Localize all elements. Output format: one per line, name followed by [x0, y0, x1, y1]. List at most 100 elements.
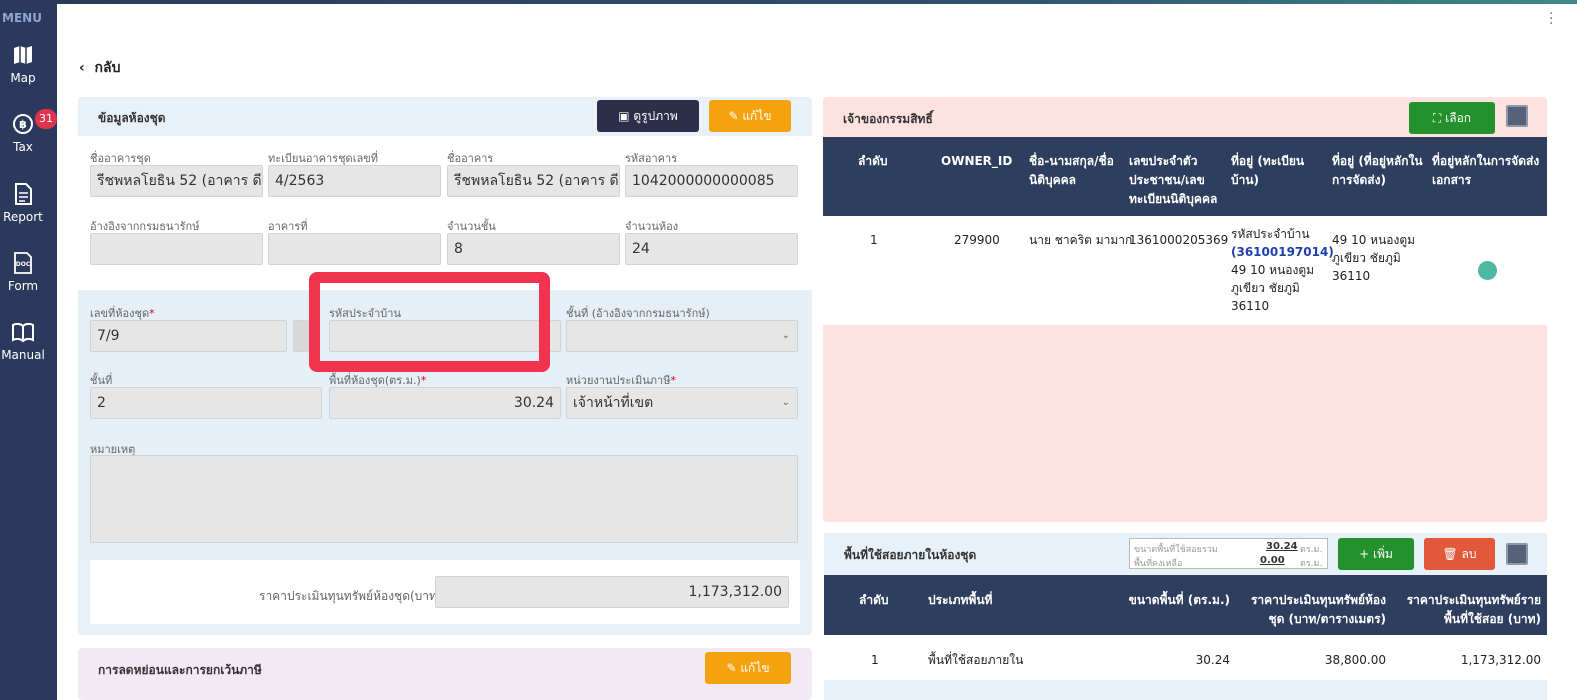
building-name-field[interactable]: รีชพหลโยธิน 52 (อาคาร ดี): [90, 165, 263, 197]
sidebar-item-label: Form: [7, 279, 39, 293]
sidebar-item-label: Manual: [1, 348, 45, 362]
column-header: OWNER_ID: [941, 154, 1013, 168]
sidebar: MENU Map ฿ Tax 31 Report DOC Form Manual: [0, 0, 57, 700]
pencil-icon: ✎: [728, 109, 743, 123]
edit-unit-button[interactable]: ✎ แก้ไข: [709, 100, 791, 132]
area-field[interactable]: 30.24: [329, 387, 561, 419]
delete-label: ลบ: [1461, 547, 1477, 561]
area-row-size: 30.24: [1195, 653, 1230, 667]
summary-label: ขนาดพื้นที่ใช้สอยรวม: [1134, 545, 1218, 555]
column-header: ราคาประเมินทุนทรัพย์ห้องชุด (บาท/ตารางเม…: [1250, 593, 1386, 626]
expand-icon[interactable]: [1506, 105, 1528, 127]
view-image-button[interactable]: ▣ ดูรูปภาพ: [597, 100, 699, 132]
room-no-field[interactable]: 7/9: [90, 320, 287, 352]
tax-coin-icon: ฿: [13, 114, 33, 134]
appraisal-field[interactable]: 1,173,312.00: [435, 576, 789, 608]
building-no-field[interactable]: [268, 233, 441, 265]
plus-icon: +: [1359, 547, 1373, 561]
report-icon: [15, 183, 32, 205]
owner-address-line: ภูเขียว ชัยภูมิ: [1231, 281, 1300, 295]
chevron-down-icon: ⌄: [781, 330, 790, 341]
highlight-box: [309, 272, 550, 372]
shipping-address-line: 49 10 หนองตูม: [1332, 233, 1416, 247]
house-code-link[interactable]: (36100197014): [1231, 243, 1334, 261]
floor-field[interactable]: 2: [90, 387, 322, 419]
area-row-price: 38,800.00: [1324, 653, 1386, 667]
table-row[interactable]: 1 พื้นที่ใช้สอยภายใน 30.24 38,800.00 1,1…: [824, 635, 1547, 680]
column-header: ที่อยู่หลักในการจัดส่ง เอกสาร: [1432, 154, 1540, 187]
registration-no-field[interactable]: 4/2563: [268, 165, 441, 197]
owner-id: 279900: [954, 233, 1000, 247]
summary-unit: ตร.ม.: [1300, 559, 1323, 569]
column-header: ขนาดพื้นที่ (ตร.ม.): [1128, 593, 1230, 607]
delete-area-button[interactable]: 🗑 ลบ: [1424, 538, 1495, 570]
edit-discount-button[interactable]: ✎ แก้ไข: [705, 652, 791, 684]
back-label: กลับ: [94, 60, 121, 76]
summary-value: 30.24: [1266, 541, 1298, 552]
treasury-ref-field[interactable]: [90, 233, 263, 265]
usable-area-table-header: ลำดับ ประเภทพื้นที่ ขนาดพื้นที่ (ตร.ม.) …: [824, 575, 1547, 635]
owner-address-line: 49 10 หนองตูม: [1231, 263, 1315, 277]
add-label: เพิ่ม: [1372, 547, 1393, 561]
sidebar-item-manual[interactable]: Manual: [0, 321, 46, 362]
sidebar-item-form[interactable]: DOC Form: [0, 252, 46, 293]
chevron-down-icon: ⌄: [781, 397, 790, 408]
owner-address-line: 36110: [1231, 299, 1270, 313]
image-icon: ▣: [618, 109, 634, 123]
unit-info-title: ข้อมูลห้องชุด: [98, 111, 166, 125]
shipping-address-line: 36110: [1332, 269, 1371, 283]
column-header: ประเภทพื้นที่: [928, 593, 993, 607]
area-summary-box: ขนาดพื้นที่ใช้สอยรวม 30.24 ตร.ม. พื้นที่…: [1129, 538, 1328, 569]
area-row-type: พื้นที่ใช้สอยภายใน: [928, 653, 1024, 667]
area-row-total: 1,173,312.00: [1460, 653, 1541, 667]
appraisal-label: ราคาประเมินทุนทรัพย์ห้องชุด(บาท): [259, 589, 442, 603]
top-accent-bar: [0, 0, 1577, 4]
remark-textarea[interactable]: [90, 455, 798, 543]
owner-name: นาย ชาคริต มามาก: [1029, 233, 1133, 247]
table-footer: [824, 680, 1547, 700]
edit-label: แก้ไข: [742, 109, 772, 123]
select-scan-icon: ⛶: [1432, 111, 1446, 125]
menu-label: MENU: [2, 11, 42, 25]
back-link[interactable]: ‹ กลับ: [79, 57, 120, 79]
view-image-label: ดูรูปภาพ: [633, 109, 678, 123]
column-header: ราคาประเมินทุนทรัพย์ราย พื้นที่ใช้สอย (บ…: [1406, 593, 1541, 626]
sidebar-item-label: Tax: [13, 140, 33, 154]
sidebar-item-map[interactable]: Map: [0, 44, 46, 85]
assessor-select[interactable]: เจ้าหน้าที่เขต ⌄: [566, 387, 798, 419]
floor-count-field[interactable]: 8: [447, 233, 620, 265]
room-count-field[interactable]: 24: [625, 233, 798, 265]
floor-treasury-select[interactable]: ⌄: [566, 320, 798, 352]
trash-icon: 🗑: [1442, 547, 1462, 561]
expand-icon[interactable]: [1506, 543, 1528, 565]
table-row[interactable]: 1 279900 นาย ชาคริต มามาก 1361000205369 …: [823, 216, 1547, 325]
summary-value: 0.00: [1260, 555, 1285, 566]
area-row-no: 1: [871, 653, 879, 667]
notification-badge: 31: [35, 109, 57, 129]
unit-info-body: [78, 136, 812, 290]
column-header: ที่อยู่ (ที่อยู่หลักใน การจัดส่ง): [1332, 154, 1423, 187]
edit-label: แก้ไข: [740, 661, 770, 675]
building-field[interactable]: รีชพหลโยธิน 52 (อาคาร ดี): [447, 165, 620, 197]
sidebar-item-label: Map: [10, 71, 36, 85]
owner-no: 1: [870, 233, 878, 247]
shipping-address-line: ภูเขียว ชัยภูมิ: [1332, 251, 1401, 265]
pencil-icon: ✎: [726, 661, 741, 675]
owners-table-header: ลำดับ OWNER_ID ชื่อ-นามสกุล/ชื่อ นิติบุค…: [823, 137, 1547, 216]
discount-title: การลดหย่อนและการยกเว้นภาษี: [98, 663, 262, 677]
doc-form-icon: DOC: [14, 252, 32, 274]
summary-unit: ตร.ม.: [1300, 545, 1323, 555]
column-header: ชื่อ-นามสกุล/ชื่อ นิติบุคคล: [1029, 154, 1114, 187]
summary-label: พื้นที่คงเหลือ: [1134, 559, 1183, 569]
map-icon: [14, 46, 32, 64]
check-circle-icon[interactable]: [1478, 261, 1497, 280]
sidebar-item-label: Report: [3, 210, 43, 224]
more-options-icon[interactable]: · · ·: [1549, 7, 1553, 31]
usable-area-title: พื้นที่ใช้สอยภายในห้องชุด: [844, 548, 977, 562]
add-area-button[interactable]: + เพิ่ม: [1338, 538, 1414, 570]
select-owner-button[interactable]: ⛶ เลือก: [1409, 102, 1495, 134]
owner-id-no: 1361000205369: [1129, 233, 1229, 247]
sidebar-item-report[interactable]: Report: [0, 183, 46, 224]
building-code-field[interactable]: 1042000000000085: [625, 165, 798, 197]
column-header: ลำดับ: [858, 154, 888, 168]
